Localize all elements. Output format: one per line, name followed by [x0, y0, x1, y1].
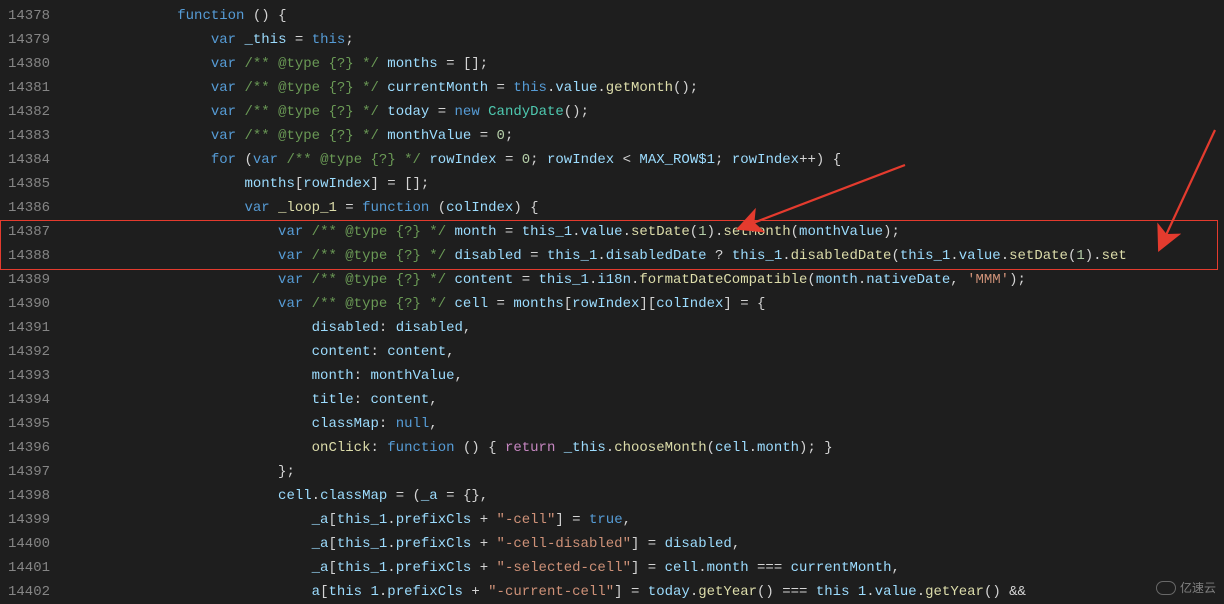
code-line[interactable]: months[rowIndex] = []; [110, 172, 1224, 196]
code-line[interactable]: disabled: disabled, [110, 316, 1224, 340]
code-line[interactable]: }; [110, 460, 1224, 484]
line-number: 14385 [8, 172, 50, 196]
code-line[interactable]: var /** @type {?} */ months = []; [110, 52, 1224, 76]
watermark-text: 亿速云 [1180, 579, 1216, 596]
code-line[interactable]: var _this = this; [110, 28, 1224, 52]
line-number-gutter: 1437814379143801438114382143831438414385… [0, 0, 68, 602]
code-line[interactable]: var /** @type {?} */ currentMonth = this… [110, 76, 1224, 100]
code-line[interactable]: month: monthValue, [110, 364, 1224, 388]
line-number: 14382 [8, 100, 50, 124]
line-number: 14393 [8, 364, 50, 388]
cloud-icon [1156, 581, 1176, 595]
code-line[interactable]: _a[this_1.prefixCls + "-cell"] = true, [110, 508, 1224, 532]
line-number: 14384 [8, 148, 50, 172]
code-line[interactable]: _a[this_1.prefixCls + "-selected-cell"] … [110, 556, 1224, 580]
line-number: 14381 [8, 76, 50, 100]
code-editor[interactable]: 1437814379143801438114382143831438414385… [0, 0, 1224, 602]
line-number: 14396 [8, 436, 50, 460]
code-line[interactable]: a[this 1.prefixCls + "-current-cell"] = … [110, 580, 1224, 602]
code-area[interactable]: function () { var _this = this; var /** … [102, 0, 1224, 602]
line-number: 14390 [8, 292, 50, 316]
line-number: 14391 [8, 316, 50, 340]
line-number: 14383 [8, 124, 50, 148]
code-line[interactable]: cell.classMap = (_a = {}, [110, 484, 1224, 508]
code-line[interactable]: var /** @type {?} */ monthValue = 0; [110, 124, 1224, 148]
line-number: 14398 [8, 484, 50, 508]
watermark: 亿速云 [1156, 579, 1216, 596]
code-line[interactable]: title: content, [110, 388, 1224, 412]
line-number: 14379 [8, 28, 50, 52]
code-line[interactable]: var /** @type {?} */ disabled = this_1.d… [110, 244, 1224, 268]
line-number: 14399 [8, 508, 50, 532]
line-number: 14378 [8, 4, 50, 28]
line-number: 14401 [8, 556, 50, 580]
fold-column [68, 0, 102, 602]
code-line[interactable]: _a[this_1.prefixCls + "-cell-disabled"] … [110, 532, 1224, 556]
code-line[interactable]: var /** @type {?} */ today = new CandyDa… [110, 100, 1224, 124]
line-number: 14392 [8, 340, 50, 364]
line-number: 14389 [8, 268, 50, 292]
line-number: 14397 [8, 460, 50, 484]
line-number: 14402 [8, 580, 50, 604]
code-line[interactable]: function () { [110, 4, 1224, 28]
line-number: 14387 [8, 220, 50, 244]
line-number: 14400 [8, 532, 50, 556]
line-number: 14380 [8, 52, 50, 76]
code-line[interactable]: content: content, [110, 340, 1224, 364]
code-line[interactable]: var /** @type {?} */ month = this_1.valu… [110, 220, 1224, 244]
line-number: 14394 [8, 388, 50, 412]
code-line[interactable]: onClick: function () { return _this.choo… [110, 436, 1224, 460]
line-number: 14395 [8, 412, 50, 436]
code-line[interactable]: for (var /** @type {?} */ rowIndex = 0; … [110, 148, 1224, 172]
line-number: 14386 [8, 196, 50, 220]
code-line[interactable]: var /** @type {?} */ cell = months[rowIn… [110, 292, 1224, 316]
code-line[interactable]: var /** @type {?} */ content = this_1.i1… [110, 268, 1224, 292]
code-line[interactable]: var _loop_1 = function (colIndex) { [110, 196, 1224, 220]
line-number: 14388 [8, 244, 50, 268]
code-line[interactable]: classMap: null, [110, 412, 1224, 436]
